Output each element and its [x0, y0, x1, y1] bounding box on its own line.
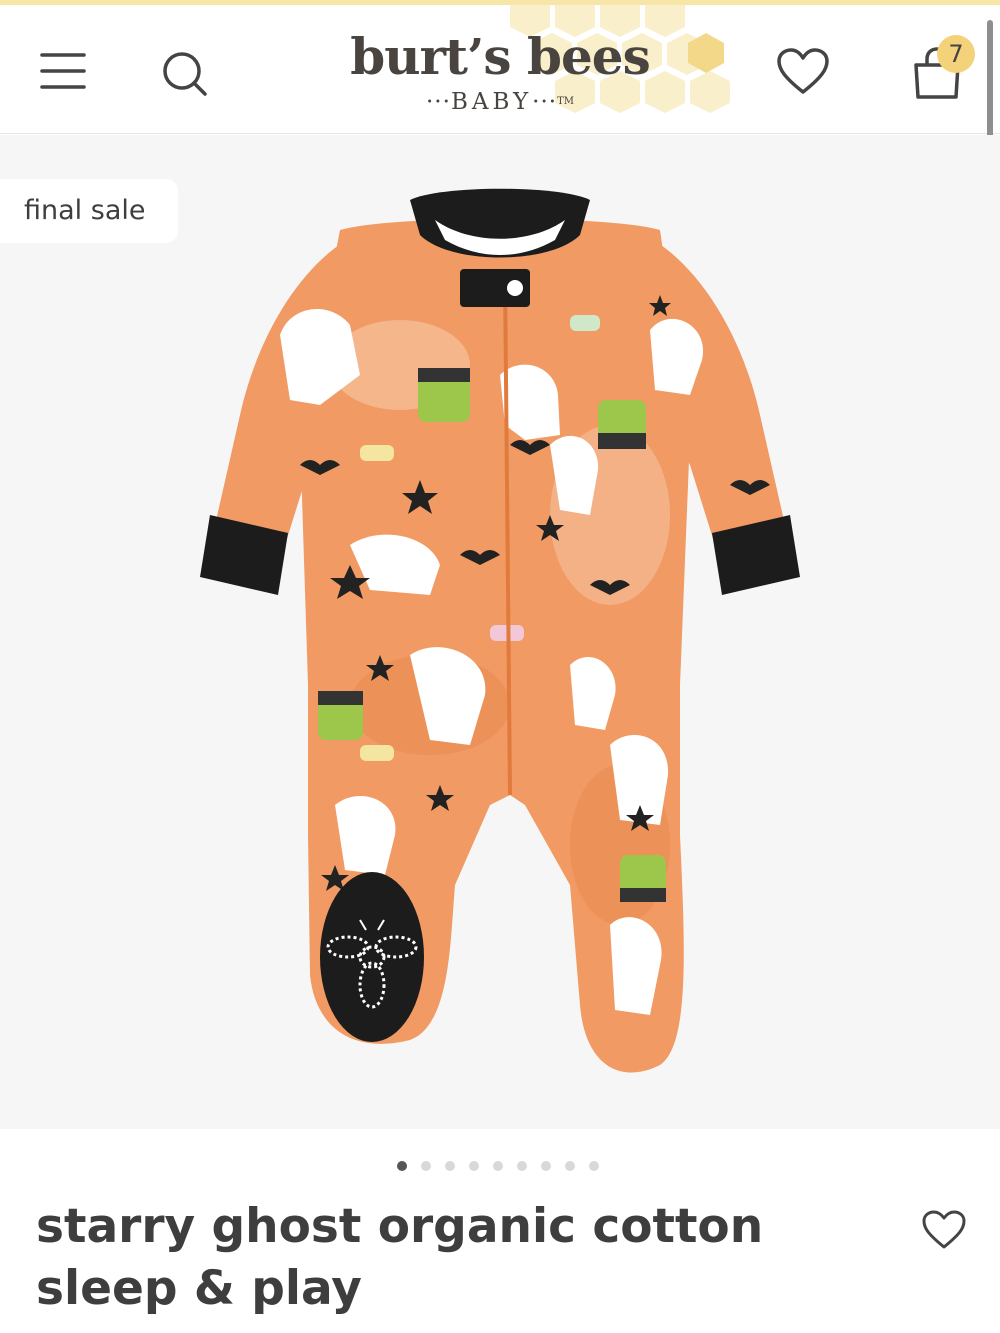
gallery-dot[interactable] — [493, 1161, 503, 1171]
heart-icon — [922, 1210, 966, 1249]
brand-logo[interactable]: burt’s bees ···BABY···TM — [330, 25, 670, 125]
gallery-dot[interactable] — [565, 1161, 575, 1171]
logo-baby-text: BABY — [450, 89, 533, 115]
product-image-gallery[interactable]: final sale — [0, 135, 1000, 1129]
gallery-dot[interactable] — [469, 1161, 479, 1171]
gallery-dot[interactable] — [397, 1161, 407, 1171]
menu-button[interactable] — [40, 51, 86, 91]
add-to-wishlist-button[interactable] — [920, 1208, 968, 1252]
logo-trademark: TM — [557, 96, 574, 107]
product-title: starry ghost organic cotton sleep & play — [36, 1199, 764, 1316]
logo-wordmark: burt’s bees — [350, 27, 650, 86]
gallery-dot[interactable] — [445, 1161, 455, 1171]
wishlist-button[interactable] — [776, 47, 830, 97]
product-image — [200, 188, 800, 1073]
heart-icon — [777, 48, 829, 94]
final-sale-badge: final sale — [0, 179, 178, 243]
gallery-dot[interactable] — [421, 1161, 431, 1171]
gallery-dot[interactable] — [589, 1161, 599, 1171]
cart-count-badge: 7 — [937, 35, 975, 73]
search-button[interactable] — [160, 49, 210, 99]
logo-subtitle: ···BABY···TM — [426, 89, 574, 115]
search-icon — [163, 52, 207, 96]
site-header: burt’s bees ···BABY···TM 7 — [0, 5, 1000, 134]
gallery-dot[interactable] — [541, 1161, 551, 1171]
menu-icon — [40, 53, 86, 89]
gallery-dot[interactable] — [517, 1161, 527, 1171]
